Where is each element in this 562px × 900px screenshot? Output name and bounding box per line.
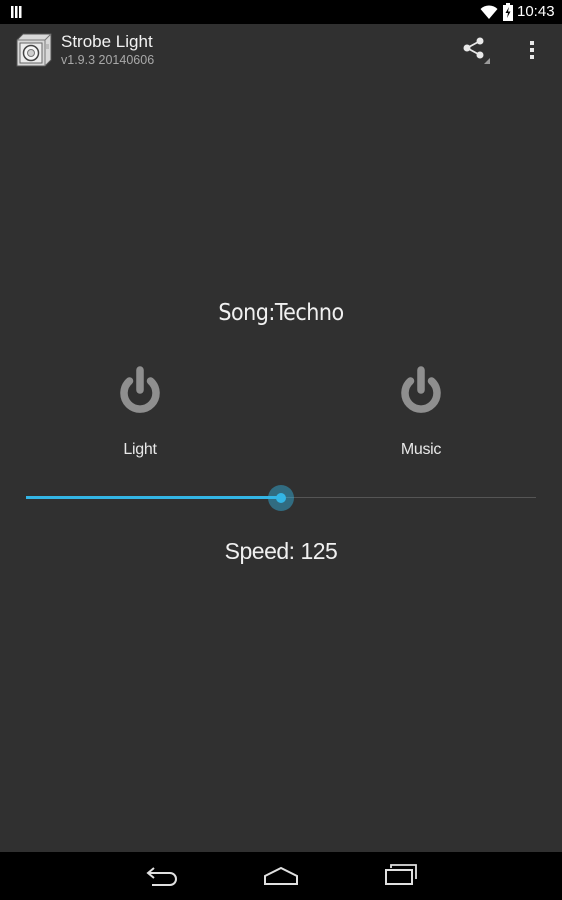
home-icon[interactable]: [262, 864, 300, 888]
slider-fill: [26, 496, 281, 499]
light-label: Light: [123, 441, 157, 458]
share-icon[interactable]: [458, 34, 494, 68]
strobe-light-logo-icon[interactable]: [14, 30, 54, 68]
overflow-menu-icon[interactable]: [520, 34, 544, 66]
slider-thumb-core: [276, 493, 286, 503]
app-title: Strobe Light: [61, 32, 153, 51]
navigation-bar: [0, 852, 562, 900]
song-label: Song:Techno: [218, 300, 344, 326]
light-power-icon[interactable]: [113, 364, 167, 418]
battery-charging-icon: [503, 3, 513, 21]
recent-apps-icon[interactable]: [383, 862, 419, 888]
speed-slider[interactable]: [26, 482, 536, 514]
status-bar: 10:43: [0, 0, 562, 24]
slider-thumb[interactable]: [268, 485, 294, 511]
notification-icon: [11, 6, 22, 18]
wifi-icon: [480, 5, 498, 19]
app-version: v1.9.3 20140606: [61, 53, 155, 67]
music-power-icon[interactable]: [394, 364, 448, 418]
back-icon[interactable]: [144, 864, 180, 888]
speed-label: Speed: 125: [224, 538, 338, 564]
status-time: 10:43: [517, 3, 555, 20]
action-bar: Strobe Light v1.9.3 20140606: [0, 24, 562, 76]
app-screen: 10:43 Strobe Light v1.9.3 20140606 Song:…: [0, 0, 562, 900]
music-label: Music: [400, 441, 442, 458]
